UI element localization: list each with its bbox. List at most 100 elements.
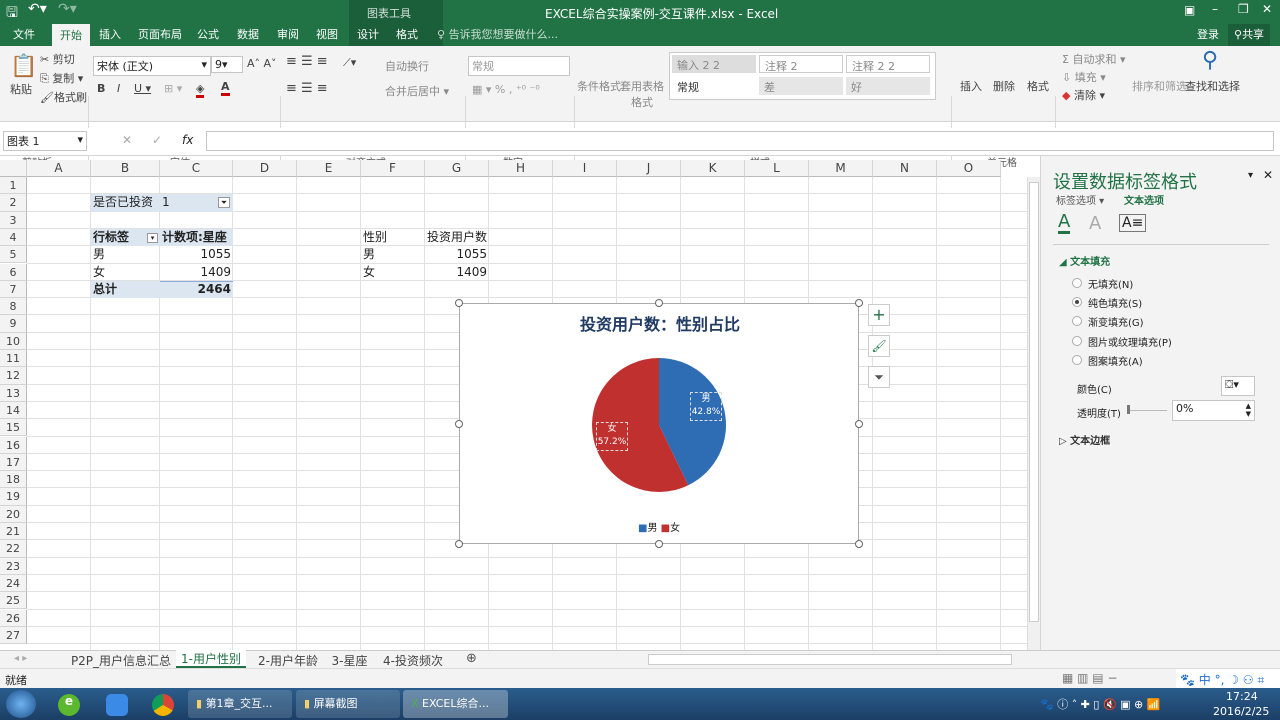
fill-option-radio[interactable] (1072, 316, 1082, 327)
pane-menu-icon[interactable]: ▾ (1248, 170, 1253, 181)
copy-button[interactable]: ⎘ 复制 ▾ (40, 70, 83, 86)
cut-button[interactable]: ✂ 剪切 (40, 51, 75, 67)
cancel-icon[interactable]: ✕ (122, 133, 132, 147)
paste-button[interactable]: 粘贴 (10, 81, 32, 97)
insert-function-icon[interactable]: fx (182, 133, 193, 147)
vertical-scrollbar[interactable] (1027, 177, 1040, 650)
ie-browser-icon[interactable]: e (58, 694, 80, 716)
column-header[interactable]: I (553, 160, 617, 177)
cell[interactable]: 1055 (425, 246, 489, 263)
fill-option-label[interactable]: 图片或纹理填充(P) (1088, 334, 1172, 349)
row-header[interactable]: 20 (0, 505, 27, 523)
insert-cells-button[interactable]: 插入 (960, 78, 982, 94)
column-header[interactable]: H (489, 160, 553, 177)
row-header[interactable]: 5 (0, 246, 27, 264)
autosum-button[interactable]: Σ 自动求和 ▾ (1062, 51, 1125, 67)
cell[interactable]: 性别 (361, 229, 425, 246)
format-as-table-button[interactable]: 套用表格格式 (620, 78, 664, 110)
cell[interactable]: 女 (361, 264, 425, 281)
chart-styles-button[interactable]: 🖌 (868, 335, 890, 357)
cell[interactable]: 投资用户数 (425, 229, 489, 246)
tab-insert[interactable]: 插入 (99, 26, 121, 42)
sheet-tab[interactable]: 4-投资频次 (375, 652, 451, 669)
row-header[interactable]: 10 (0, 332, 27, 350)
font-grow-shrink[interactable]: A˄ A˅ (247, 57, 277, 70)
style-input22[interactable]: 输入 2 2 (672, 55, 756, 73)
row-header[interactable]: 16 (0, 436, 27, 454)
undo-icon[interactable]: ↶▾ (28, 1, 47, 17)
share-button[interactable]: ⚲共享 (1228, 24, 1271, 46)
fill-option-label[interactable]: 图案填充(A) (1088, 353, 1143, 368)
horizontal-scrollbar[interactable] (648, 654, 1012, 665)
cell[interactable]: 女 (91, 264, 160, 281)
pie-chart[interactable]: 投资用户数：性别占比 ■男 ■女 男 42.8% 女 57.2% (459, 303, 859, 544)
row-header[interactable]: 26 (0, 609, 27, 627)
bold-button[interactable]: B (97, 82, 105, 95)
tell-me-input[interactable]: ♀ 告诉我您想要做什么... (437, 26, 558, 42)
pane-close-button[interactable]: ✕ (1263, 168, 1273, 182)
row-header[interactable]: 17 (0, 453, 27, 472)
column-header[interactable]: J (617, 160, 681, 177)
conditional-format-button[interactable]: 条件格式 (577, 78, 621, 94)
cell[interactable]: 是否已投资 (91, 194, 160, 211)
textbox-icon[interactable]: A≡ (1119, 214, 1147, 232)
column-header[interactable]: B (91, 160, 160, 177)
row-header[interactable]: 8 (0, 298, 27, 316)
row-header[interactable]: 23 (0, 557, 27, 575)
style-normal[interactable]: 常规 (672, 77, 756, 95)
sign-in-link[interactable]: 登录 (1197, 26, 1219, 42)
fill-option-radio[interactable] (1072, 354, 1082, 365)
column-header[interactable]: E (297, 160, 361, 177)
select-all[interactable] (0, 160, 27, 177)
underline-button[interactable]: U ▾ (134, 82, 151, 95)
tab-data[interactable]: 数据 (237, 26, 259, 42)
row-header[interactable]: 21 (0, 523, 27, 541)
text-effects-icon[interactable]: A (1089, 213, 1101, 234)
ribbon-options-icon[interactable]: ▣ (1184, 3, 1195, 17)
tab-file[interactable]: 文件 (13, 26, 35, 42)
row-header[interactable]: 15 (0, 419, 27, 437)
column-header[interactable]: C (160, 160, 233, 177)
cell[interactable]: 计数项:星座 (160, 229, 233, 246)
row-labels-dropdown-icon[interactable]: ▾ (147, 232, 158, 243)
row-header[interactable]: 24 (0, 574, 27, 593)
tab-format[interactable]: 格式 (396, 26, 418, 42)
row-header[interactable]: 12 (0, 367, 27, 385)
column-header[interactable]: K (681, 160, 745, 177)
row-header[interactable]: 9 (0, 315, 27, 333)
restore-button[interactable]: ❐ (1238, 2, 1249, 16)
sheet-tab[interactable]: 3-星座 (326, 652, 373, 669)
fill-option-radio[interactable] (1072, 335, 1082, 346)
text-fill-section[interactable]: ◢ 文本填充 (1059, 253, 1110, 268)
font-size-select[interactable]: 9▾ (211, 56, 243, 73)
text-border-section[interactable]: ▷ 文本边框 (1059, 432, 1110, 447)
find-select-button[interactable]: 查找和选择 (1185, 78, 1240, 94)
merge-center-button[interactable]: 合并后居中 ▾ (385, 83, 449, 99)
row-header[interactable]: 11 (0, 350, 27, 368)
sheet-tab[interactable]: 2-用户年龄 (252, 652, 324, 669)
formula-input[interactable] (206, 131, 1274, 151)
minimize-button[interactable]: – (1212, 2, 1218, 16)
new-sheet-button[interactable]: ⊕ (466, 651, 477, 666)
format-cells-button[interactable]: 格式 (1027, 78, 1049, 94)
chart-legend[interactable]: ■男 ■女 (638, 519, 680, 534)
column-header[interactable]: F (361, 160, 425, 177)
row-header[interactable]: 4 (0, 228, 27, 247)
view-buttons[interactable]: ▦ ▥ ▤ − (1062, 671, 1118, 685)
fill-option-radio[interactable] (1072, 278, 1082, 288)
orientation-icon[interactable]: ⟋▾ (343, 56, 356, 70)
cell[interactable]: 总计 (91, 281, 160, 298)
column-header[interactable]: L (745, 160, 809, 177)
clear-button[interactable]: ◆ 清除 ▾ (1062, 87, 1105, 103)
cell[interactable]: 2464 (160, 281, 233, 298)
name-box[interactable]: 图表 1 ▾ (3, 131, 87, 151)
close-button[interactable]: ✕ (1262, 2, 1272, 16)
sheet-scroll-arrows[interactable]: ◂ ▸ (14, 653, 27, 664)
row-header[interactable]: 22 (0, 540, 27, 558)
cell[interactable]: 1055 (160, 246, 233, 263)
taskbar-item[interactable]: ▮ 第1章_交互... (188, 690, 292, 718)
sort-filter-button[interactable]: 排序和筛选 (1132, 78, 1187, 94)
row-header[interactable]: 25 (0, 592, 27, 610)
row-header[interactable]: 2 (0, 194, 27, 212)
system-tray-icons[interactable]: 🐾 ⓘ ˄ ✚ ▯ 🔇 ▣ ⊕ 📶 (1040, 696, 1160, 712)
